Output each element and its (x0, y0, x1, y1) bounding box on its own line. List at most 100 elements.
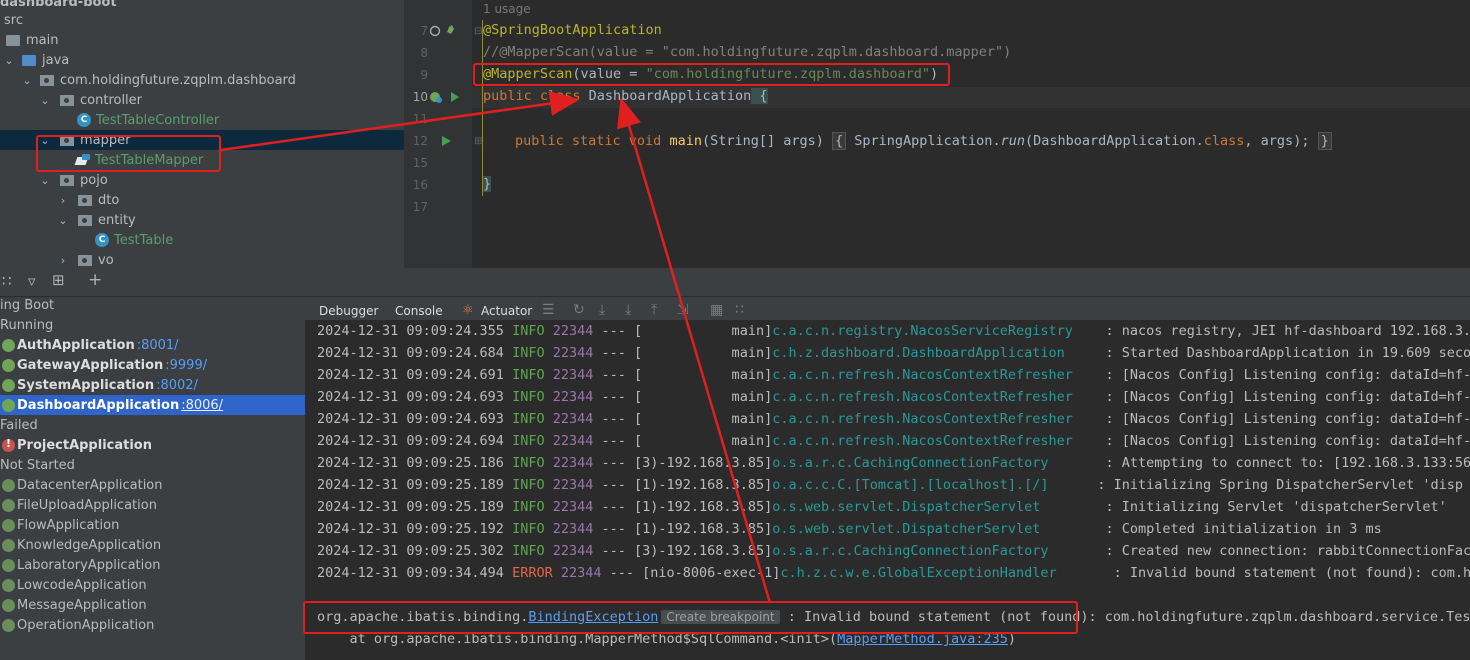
group-running[interactable]: Running (0, 315, 305, 335)
chevron-down-icon[interactable]: ⌄ (38, 174, 52, 187)
tree-item-testtable[interactable]: C TestTable (0, 230, 404, 250)
service-auth[interactable]: AuthApplication:8001/ (0, 335, 305, 355)
annotation: @SpringBootApplication (483, 22, 662, 38)
tab-console[interactable]: Console (389, 304, 449, 329)
code-text: (DashboardApplication. (1024, 133, 1204, 149)
tree-label: vo (98, 252, 114, 268)
new-tab-icon[interactable]: ⊞ (52, 271, 65, 289)
folded-region[interactable]: } (1317, 132, 1332, 150)
tree-item-entity[interactable]: ⌄ entity (0, 210, 404, 230)
log-timestamp: 2024-12-31 09:09:34.494 (317, 565, 504, 581)
chevron-right-icon[interactable]: › (56, 254, 70, 267)
service-message[interactable]: MessageApplication (0, 595, 305, 615)
step-out-icon[interactable]: ⤒ (651, 302, 657, 318)
settings-icon[interactable]: ∷ (735, 302, 744, 318)
service-system[interactable]: SystemApplication:8002/ (0, 375, 305, 395)
source-link[interactable]: MapperMethod.java:235 (837, 631, 1008, 647)
tree-item-testtablecontroller[interactable]: C TestTableController (0, 110, 404, 130)
folded-region[interactable]: { (832, 132, 847, 150)
service-gateway[interactable]: GatewayApplication:9999/ (0, 355, 305, 375)
group-icon[interactable]: ∷ (2, 272, 12, 290)
service-name: KnowledgeApplication (17, 537, 162, 553)
spring-app-icon (2, 498, 15, 512)
tree-item-main[interactable]: main (0, 30, 404, 50)
service-laboratory[interactable]: LaboratoryApplication (0, 555, 305, 575)
tree-label: pojo (80, 172, 108, 188)
tree-item-dto[interactable]: › dto (0, 190, 404, 210)
log-level: INFO (512, 499, 545, 515)
menu-icon[interactable]: ☰ (542, 302, 555, 318)
run-to-cursor-icon[interactable]: ⇲ (677, 302, 689, 318)
log-timestamp: 2024-12-31 09:09:25.302 (317, 543, 504, 559)
service-port-link[interactable]: :8002/ (156, 378, 198, 393)
service-port-link[interactable]: :8006/ (181, 398, 223, 413)
chevron-down-icon[interactable]: ⌄ (56, 214, 70, 227)
evaluate-icon[interactable]: ▦ (710, 302, 723, 318)
tree-item-package[interactable]: ⌄ com.holdingfuture.zqplm.dashboard (0, 70, 404, 90)
service-knowledge[interactable]: KnowledgeApplication (0, 535, 305, 555)
log-logger: o.s.web.servlet.DispatcherServlet (772, 499, 1098, 515)
chevron-down-icon[interactable]: ⌄ (2, 54, 16, 67)
step-over-icon[interactable]: ⤓ (599, 302, 605, 318)
service-project[interactable]: ProjectApplication (0, 435, 305, 455)
tree-item-controller[interactable]: ⌄ controller (0, 90, 404, 110)
service-lowcode[interactable]: LowcodeApplication (0, 575, 305, 595)
chevron-right-icon[interactable]: › (56, 194, 70, 207)
log-line: 2024-12-31 09:09:25.189 INFO 22344 --- [… (317, 477, 1463, 493)
log-separator: --- [ (593, 323, 643, 339)
console-output[interactable]: 2024-12-31 09:09:24.355 INFO 22344 --- [… (305, 320, 1470, 660)
bean-navigation-icon[interactable] (429, 24, 461, 38)
service-flow[interactable]: FlowApplication (0, 515, 305, 535)
service-datacenter[interactable]: DatacenterApplication (0, 475, 305, 495)
tree-item-src[interactable]: src (0, 10, 404, 30)
tab-actuator[interactable]: Actuator (481, 304, 532, 318)
tree-item-mapper[interactable]: ⌄ mapper (0, 130, 404, 150)
log-thread: main] (642, 389, 773, 405)
log-message: : Created new connection: rabbitConnecti… (1097, 543, 1470, 559)
log-message: : [Nacos Config] Listening config: dataI… (1097, 389, 1470, 405)
tree-item-java[interactable]: ⌄ java (0, 50, 404, 70)
chevron-down-icon[interactable]: ⌄ (38, 94, 52, 107)
service-port-link[interactable]: :9999/ (165, 358, 207, 373)
log-separator: --- [ (593, 433, 643, 449)
service-operation[interactable]: OperationApplication (0, 615, 305, 635)
package-icon (60, 134, 74, 146)
run-main-icon[interactable] (441, 134, 453, 148)
service-fileupload[interactable]: FileUploadApplication (0, 495, 305, 515)
editor-gutter: 7 8 9 10 11 12 15 16 17 ⊟ ⊞ (404, 0, 482, 268)
tree-item-vo[interactable]: › vo (0, 250, 404, 268)
log-level: INFO (512, 521, 545, 537)
tab-debugger[interactable]: Debugger (319, 304, 378, 318)
service-dashboard[interactable]: DashboardApplication:8006/ (0, 395, 305, 415)
spring-app-icon (2, 618, 15, 632)
service-port-link[interactable]: :8001/ (137, 338, 179, 353)
add-service-icon[interactable]: + (88, 270, 102, 290)
code-editor[interactable]: 7 8 9 10 11 12 15 16 17 ⊟ ⊞ 1 usage @Spr… (404, 0, 1470, 268)
run-app-icon[interactable] (429, 90, 465, 104)
create-breakpoint-button[interactable]: Create breakpoint (661, 610, 780, 624)
chevron-down-icon[interactable]: ⌄ (38, 134, 52, 147)
step-into-icon[interactable]: ⤓ (625, 302, 631, 318)
restore-layout-icon[interactable]: ↻ (573, 302, 585, 318)
tree-item-pojo[interactable]: ⌄ pojo (0, 170, 404, 190)
usage-hint[interactable]: 1 usage (483, 2, 531, 16)
service-name: DashboardApplication (17, 397, 180, 413)
group-spring-boot[interactable]: ing Boot (0, 295, 305, 315)
log-logger: c.a.c.n.refresh.NacosContextRefresher (772, 389, 1098, 405)
log-thread: 1)-192.168.3.85] (642, 521, 773, 537)
tree-label: src (4, 12, 23, 28)
log-timestamp: 2024-12-31 09:09:24.355 (317, 323, 504, 339)
filter-icon[interactable]: ▿ (28, 272, 36, 290)
group-not-started[interactable]: Not Started (0, 455, 305, 475)
group-failed[interactable]: Failed (0, 415, 305, 435)
exception-class-link[interactable]: BindingException (528, 609, 658, 625)
log-level: INFO (512, 411, 545, 427)
log-timestamp: 2024-12-31 09:09:25.189 (317, 477, 504, 493)
log-line: 2024-12-31 09:09:24.684 INFO 22344 --- [… (317, 345, 1470, 361)
chevron-down-icon[interactable]: ⌄ (20, 74, 34, 87)
log-level: INFO (512, 367, 545, 383)
log-separator: --- [ (593, 499, 643, 515)
tree-item-testtablemapper[interactable]: TestTableMapper (0, 150, 404, 170)
log-pid: 22344 (552, 367, 594, 383)
log-pid: 22344 (552, 433, 594, 449)
